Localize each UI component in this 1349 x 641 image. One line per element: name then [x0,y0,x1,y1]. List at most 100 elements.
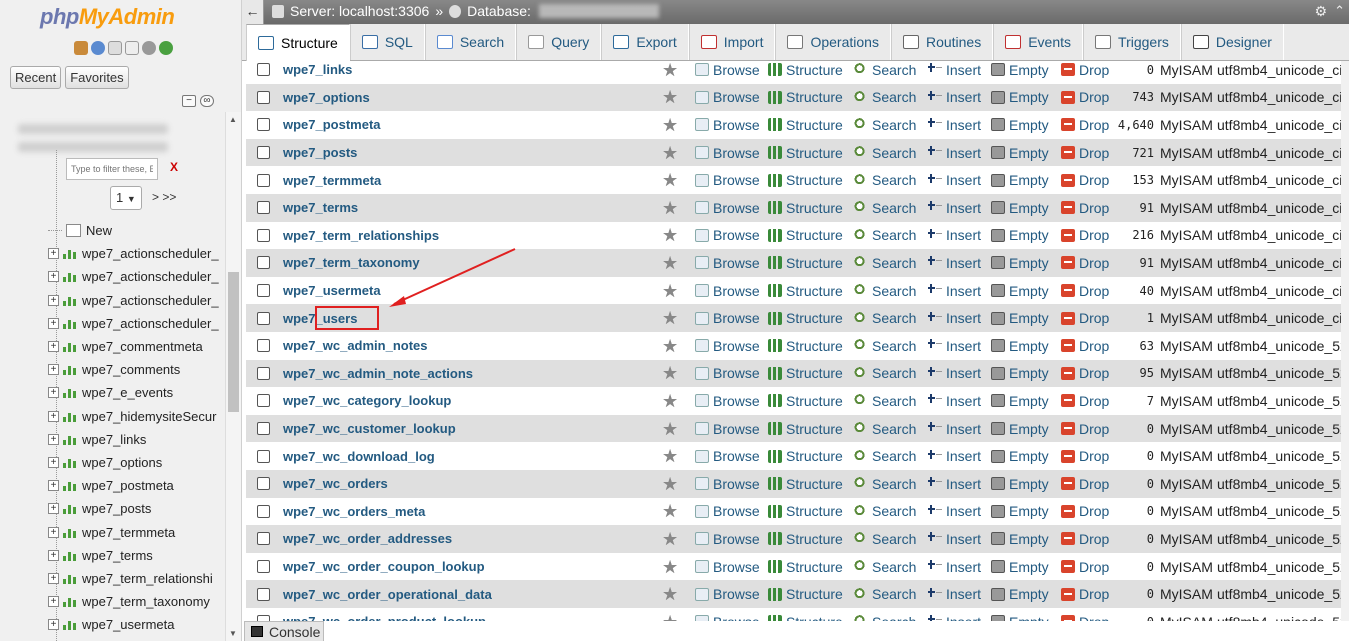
search-action[interactable]: Search [854,62,916,78]
favorite-star-icon[interactable]: ★ [662,475,678,493]
search-action[interactable]: Search [854,559,916,575]
logout-icon[interactable] [91,41,105,55]
table-name-link[interactable]: wpe7_wc_orders [283,476,388,491]
insert-action[interactable]: Insert [928,310,981,326]
favorite-star-icon[interactable]: ★ [662,309,678,327]
empty-action[interactable]: Empty [991,393,1049,409]
empty-action[interactable]: Empty [991,145,1049,161]
insert-action[interactable]: Insert [928,586,981,602]
row-checkbox[interactable] [257,422,270,436]
insert-action[interactable]: Insert [928,89,981,105]
scroll-thumb[interactable] [228,272,239,412]
tree-item-table[interactable]: + wpe7_hidemysiteSecur [48,405,219,428]
tree-item-table[interactable]: + wpe7_posts [48,497,219,520]
browse-action[interactable]: Browse [695,227,760,243]
database-crumb[interactable]: Database: [467,3,531,19]
tab-sql[interactable]: SQL [349,24,425,60]
tree-item-table[interactable]: + wpe7_options [48,451,219,474]
structure-action[interactable]: Structure [768,448,843,464]
expand-icon[interactable]: + [48,387,59,399]
row-checkbox[interactable] [257,201,270,215]
tree-item-new[interactable]: New [48,219,219,242]
favorite-star-icon[interactable]: ★ [662,613,678,621]
search-action[interactable]: Search [854,393,916,409]
row-checkbox[interactable] [257,256,270,270]
nav-scrollbar[interactable]: ▲ ▼ [225,112,241,641]
tree-item-table[interactable]: + wpe7_actionscheduler_ [48,312,219,335]
favorite-star-icon[interactable]: ★ [662,171,678,189]
browse-action[interactable]: Browse [695,559,760,575]
structure-action[interactable]: Structure [768,531,843,547]
table-name-link[interactable]: wpe7_wc_download_log [283,449,435,464]
tab-structure[interactable]: Structure [246,24,350,61]
tree-item-table[interactable]: + wpe7_actionscheduler_ [48,289,219,312]
browse-action[interactable]: Browse [695,283,760,299]
row-checkbox[interactable] [257,63,270,77]
empty-action[interactable]: Empty [991,200,1049,216]
tree-item-table[interactable]: + wpe7_comments [48,358,219,381]
expand-icon[interactable]: + [48,433,59,445]
empty-action[interactable]: Empty [991,338,1049,354]
expand-icon[interactable]: + [48,503,59,515]
empty-action[interactable]: Empty [991,283,1049,299]
insert-action[interactable]: Insert [928,172,981,188]
structure-action[interactable]: Structure [768,145,843,161]
search-action[interactable]: Search [854,476,916,492]
table-name-link[interactable]: wpe7_posts [283,145,357,160]
search-action[interactable]: Search [854,365,916,381]
table-name-link[interactable]: wpe7_wc_order_operational_data [283,587,492,602]
link-icon[interactable]: ∞ [200,95,214,107]
structure-action[interactable]: Structure [768,476,843,492]
expand-icon[interactable]: + [48,572,59,584]
tab-routines[interactable]: Routines [890,24,994,60]
tree-item-table[interactable]: + wpe7_actionscheduler_ [48,242,219,265]
table-name-link[interactable]: wpe7_options [283,90,370,105]
search-action[interactable]: Search [854,117,916,133]
insert-action[interactable]: Insert [928,614,981,621]
browse-action[interactable]: Browse [695,586,760,602]
search-action[interactable]: Search [854,255,916,271]
favorites-button[interactable]: Favorites [65,66,129,89]
settings-icon[interactable] [142,41,156,55]
structure-action[interactable]: Structure [768,310,843,326]
row-checkbox[interactable] [257,449,270,463]
server-crumb[interactable]: Server: localhost:3306 [290,3,429,19]
table-name-link[interactable]: wpe7_links [283,62,352,77]
tab-triggers[interactable]: Triggers [1083,24,1181,60]
tab-import[interactable]: Import [688,24,776,60]
insert-action[interactable]: Insert [928,338,981,354]
phpmyadmin-logo[interactable]: phpMyAdmin [40,4,175,30]
empty-action[interactable]: Empty [991,62,1049,78]
content-scrollbar[interactable] [1341,61,1349,621]
row-checkbox[interactable] [257,560,270,574]
empty-action[interactable]: Empty [991,476,1049,492]
insert-action[interactable]: Insert [928,255,981,271]
tree-item-table[interactable]: + wpe7_usermeta [48,613,219,636]
search-action[interactable]: Search [854,421,916,437]
row-checkbox[interactable] [257,173,270,187]
expand-icon[interactable]: + [48,410,59,422]
table-name-link[interactable]: wpe7_wc_order_addresses [283,531,452,546]
favorite-star-icon[interactable]: ★ [662,420,678,438]
search-action[interactable]: Search [854,310,916,326]
browse-action[interactable]: Browse [695,448,760,464]
insert-action[interactable]: Insert [928,421,981,437]
table-name-link[interactable]: wpe7_postmeta [283,117,381,132]
expand-icon[interactable]: + [48,317,59,329]
favorite-star-icon[interactable]: ★ [662,447,678,465]
table-name-link[interactable]: wpe7_terms [283,200,358,215]
insert-action[interactable]: Insert [928,476,981,492]
browse-action[interactable]: Browse [695,145,760,161]
table-name-link[interactable]: wpe7_wc_order_coupon_lookup [283,559,485,574]
tab-export[interactable]: Export [601,24,689,60]
table-name-link[interactable]: wpe7_wc_admin_note_actions [283,366,473,381]
console-button[interactable]: Console [244,621,324,641]
row-checkbox[interactable] [257,311,270,325]
search-action[interactable]: Search [854,283,916,299]
browse-action[interactable]: Browse [695,117,760,133]
search-action[interactable]: Search [854,89,916,105]
browse-action[interactable]: Browse [695,255,760,271]
browse-action[interactable]: Browse [695,476,760,492]
insert-action[interactable]: Insert [928,503,981,519]
docs-icon[interactable] [108,41,122,55]
